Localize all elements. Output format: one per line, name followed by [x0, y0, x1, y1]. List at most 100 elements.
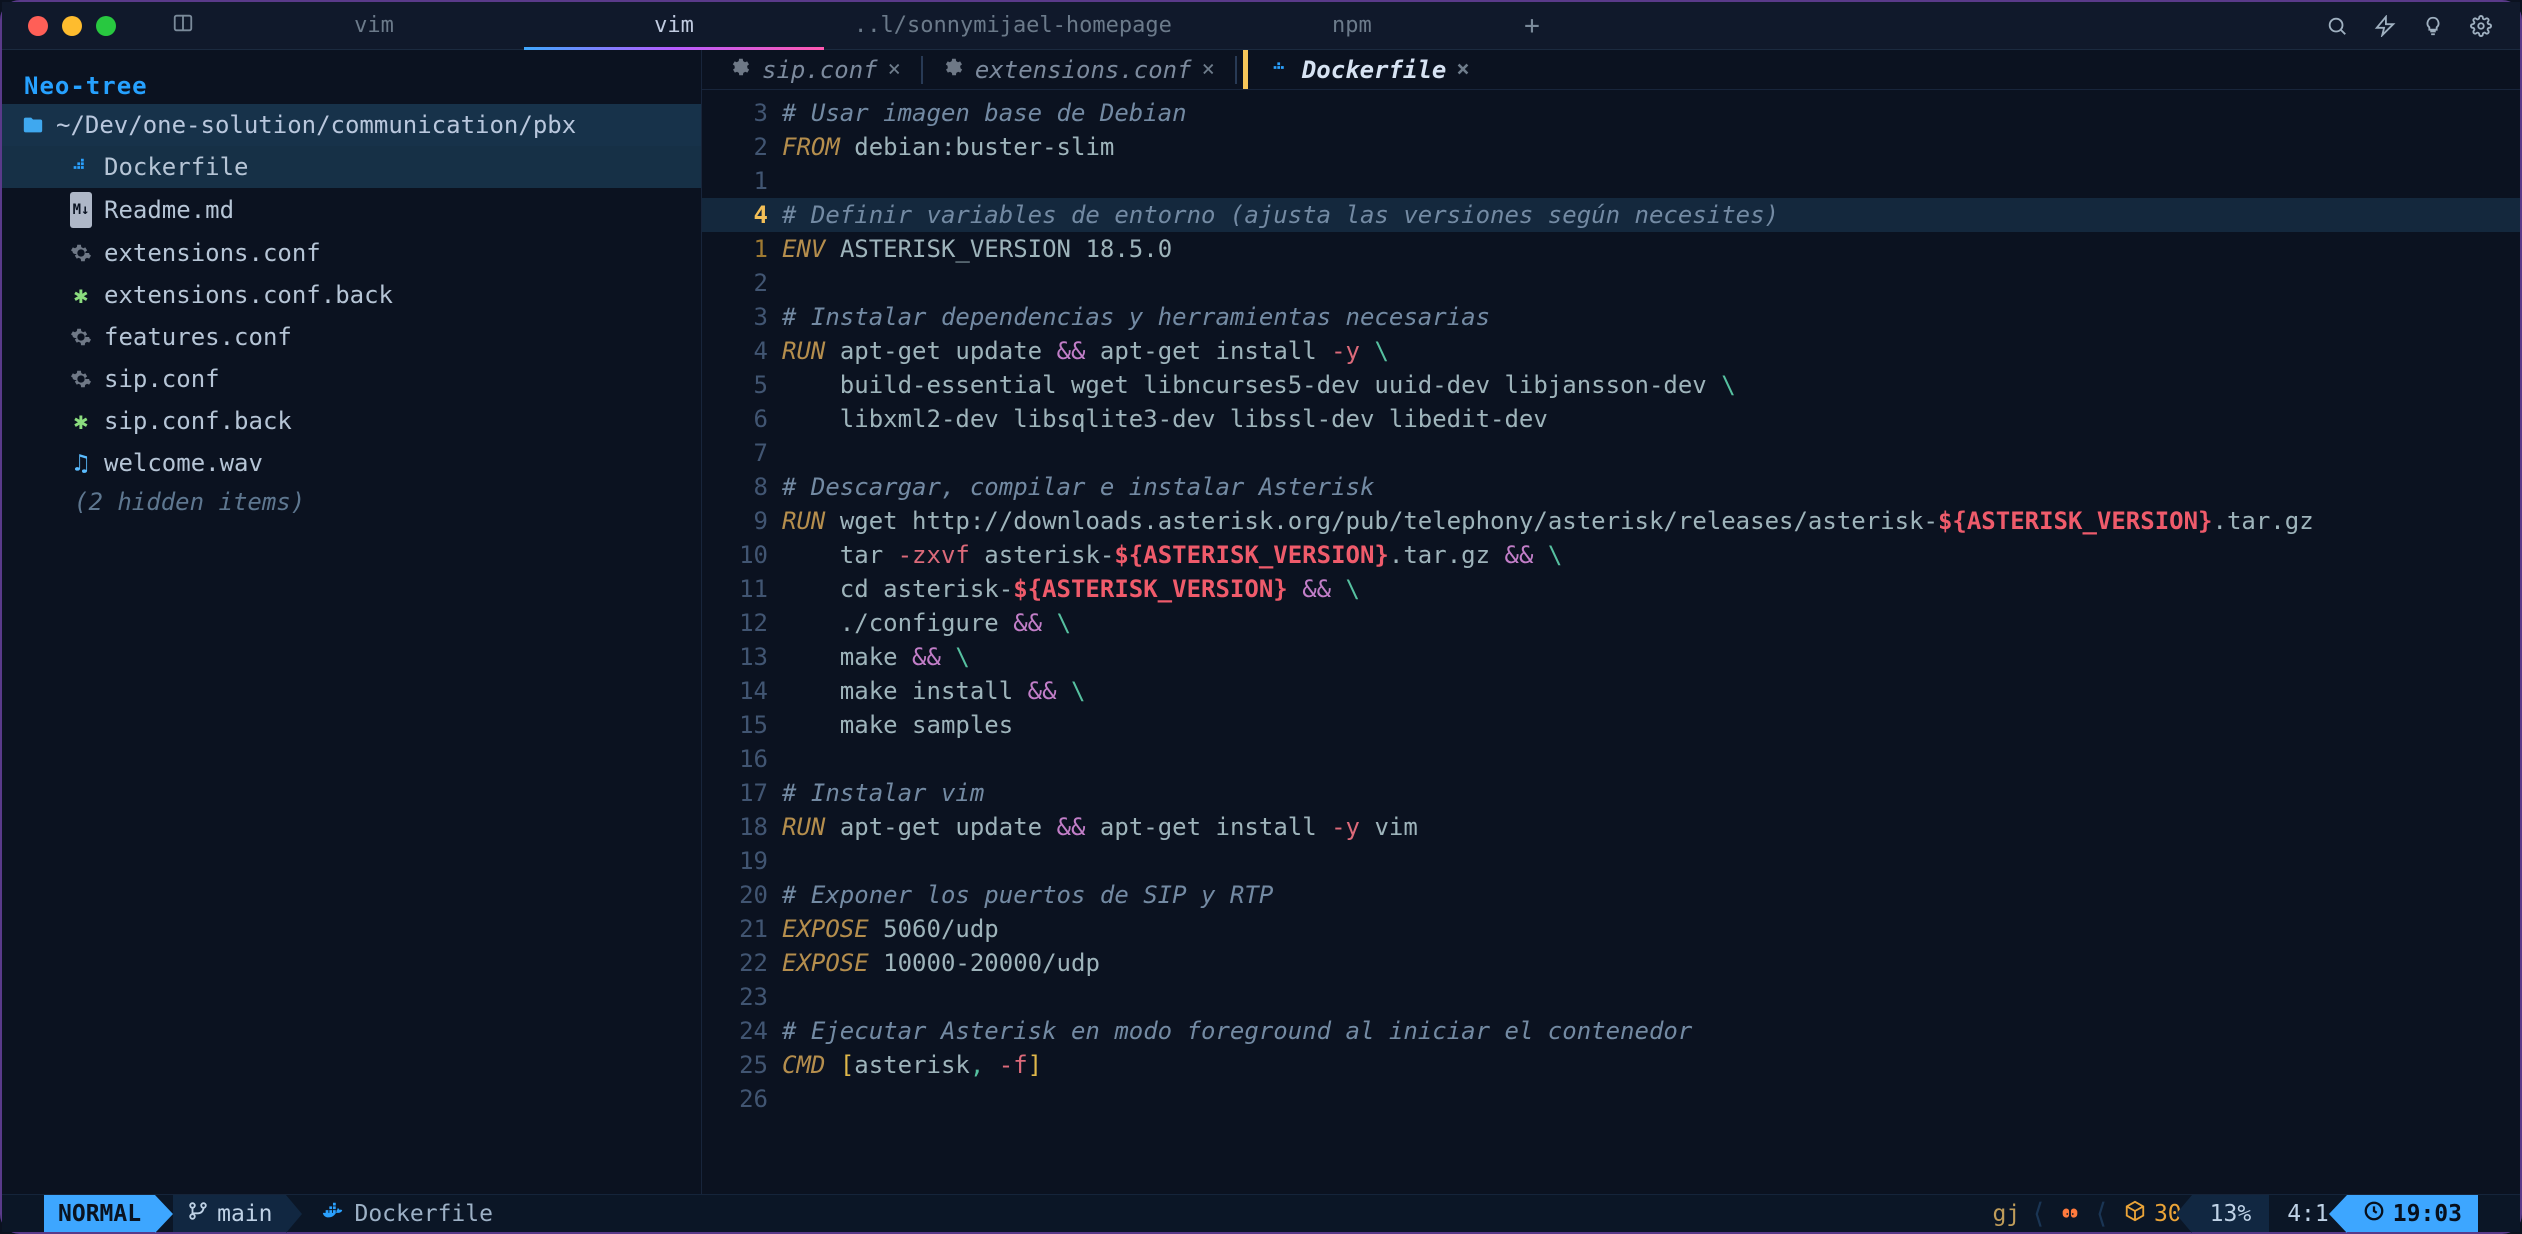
- code-line[interactable]: 4RUN apt-get update && apt-get install -…: [702, 334, 2520, 368]
- code-line[interactable]: 24# Ejecutar Asterisk en modo foreground…: [702, 1014, 2520, 1048]
- code-line[interactable]: 7: [702, 436, 2520, 470]
- status-branch[interactable]: main: [173, 1195, 286, 1232]
- gear-icon: [68, 242, 94, 264]
- code-line[interactable]: 22EXPOSE 10000-20000/udp: [702, 946, 2520, 980]
- code-line[interactable]: 15 make samples: [702, 708, 2520, 742]
- code-line[interactable]: 21EXPOSE 5060/udp: [702, 912, 2520, 946]
- line-number: 16: [710, 742, 782, 776]
- terminal-tab-1[interactable]: vim: [524, 2, 824, 49]
- line-number: 3: [710, 96, 782, 130]
- terminal-tab-label: vim: [354, 13, 394, 38]
- code-line[interactable]: 10 tar -zxvf asterisk-${ASTERISK_VERSION…: [702, 538, 2520, 572]
- titlebar-actions: [2326, 15, 2520, 37]
- line-number: 18: [710, 810, 782, 844]
- code-line[interactable]: 23: [702, 980, 2520, 1014]
- close-tab-icon[interactable]: ×: [888, 57, 901, 82]
- code-line[interactable]: 3# Instalar dependencias y herramientas …: [702, 300, 2520, 334]
- code-line[interactable]: 17# Instalar vim: [702, 776, 2520, 810]
- terminal-tab-label: vim: [654, 13, 694, 38]
- buffer-tab-label: sip.conf: [762, 56, 878, 84]
- maximize-window-button[interactable]: [96, 16, 116, 36]
- code-area[interactable]: 3# Usar imagen base de Debian2FROM debia…: [702, 90, 2520, 1194]
- line-number: 11: [710, 572, 782, 606]
- bolt-icon[interactable]: [2374, 15, 2396, 37]
- file-tree-sidebar: Neo-tree ~/Dev/one-solution/communicatio…: [2, 50, 702, 1194]
- status-clock-label: 19:03: [2393, 1201, 2462, 1227]
- line-number: 2: [710, 130, 782, 164]
- code-line[interactable]: 20# Exponer los puertos de SIP y RTP: [702, 878, 2520, 912]
- status-percent: 13%: [2192, 1195, 2270, 1232]
- close-window-button[interactable]: [28, 16, 48, 36]
- code-line[interactable]: 11 cd asterisk-${ASTERISK_VERSION} && \: [702, 572, 2520, 606]
- new-tab-button[interactable]: +: [1502, 2, 1562, 49]
- clock-icon: [2363, 1200, 2385, 1228]
- close-tab-icon[interactable]: ×: [1202, 57, 1215, 82]
- tree-item[interactable]: ♫welcome.wav: [2, 442, 701, 484]
- tree-item-label: Dockerfile: [104, 150, 249, 184]
- code-line[interactable]: 8# Descargar, compilar e instalar Asteri…: [702, 470, 2520, 504]
- line-number: 21: [710, 912, 782, 946]
- buffer-tab[interactable]: Dockerfile×: [1243, 50, 1484, 89]
- tree-item-label: sip.conf.back: [104, 404, 292, 438]
- code-line[interactable]: 2: [702, 266, 2520, 300]
- separator-icon: ⟨: [2089, 1195, 2114, 1232]
- code-line[interactable]: 16: [702, 742, 2520, 776]
- status-position-label: 4:1: [2287, 1201, 2329, 1227]
- code-line[interactable]: 13 make && \: [702, 640, 2520, 674]
- tree-root[interactable]: ~/Dev/one-solution/communication/pbx: [2, 104, 701, 146]
- copilot-icon[interactable]: [2051, 1195, 2089, 1232]
- buffer-tab[interactable]: sip.conf ×: [716, 50, 915, 89]
- terminal-tab-0[interactable]: vim: [224, 2, 524, 49]
- line-number: 13: [710, 640, 782, 674]
- line-number: 4: [710, 334, 782, 368]
- tree-item[interactable]: features.conf: [2, 316, 701, 358]
- terminal-tab-3[interactable]: npm: [1202, 2, 1502, 49]
- code-line[interactable]: 12 ./configure && \: [702, 606, 2520, 640]
- code-line[interactable]: 6 libxml2-dev libsqlite3-dev libssl-dev …: [702, 402, 2520, 436]
- close-tab-icon[interactable]: ×: [1456, 57, 1469, 82]
- gear-icon[interactable]: [2470, 15, 2492, 37]
- tree-item[interactable]: M↓Readme.md: [2, 188, 701, 232]
- tree-item[interactable]: ✱ sip.conf.back: [2, 400, 701, 442]
- tree-item[interactable]: ✱ extensions.conf.back: [2, 274, 701, 316]
- code-line[interactable]: 19: [702, 844, 2520, 878]
- star-icon: ✱: [68, 278, 94, 312]
- line-number: 22: [710, 946, 782, 980]
- bulb-icon[interactable]: [2422, 15, 2444, 37]
- code-line[interactable]: 3# Usar imagen base de Debian: [702, 96, 2520, 130]
- tree-item[interactable]: Dockerfile: [2, 146, 701, 188]
- line-number: 25: [710, 1048, 782, 1082]
- terminal-tab-label: npm: [1332, 13, 1372, 38]
- code-line[interactable]: 18RUN apt-get update && apt-get install …: [702, 810, 2520, 844]
- tree-item-label: extensions.conf.back: [104, 278, 393, 312]
- split-panes-icon[interactable]: [172, 12, 194, 40]
- buffer-tab-label: extensions.conf: [975, 56, 1192, 84]
- line-number: 6: [710, 402, 782, 436]
- line-number: 23: [710, 980, 782, 1014]
- code-line[interactable]: 9RUN wget http://downloads.asterisk.org/…: [702, 504, 2520, 538]
- tab-separator: [1235, 56, 1237, 84]
- star-icon: ✱: [68, 404, 94, 438]
- tree-item[interactable]: sip.conf: [2, 358, 701, 400]
- minimize-window-button[interactable]: [62, 16, 82, 36]
- docker-icon: [68, 156, 94, 178]
- buffer-tab[interactable]: extensions.conf ×: [929, 50, 1229, 89]
- status-mode-label: NORMAL: [58, 1201, 141, 1227]
- code-line[interactable]: 4# Definir variables de entorno (ajusta …: [702, 198, 2520, 232]
- statusline: NORMAL main Dockerfile gj ⟨ ⟨ 30 13% 4:1: [2, 1194, 2520, 1232]
- status-clock: 19:03: [2347, 1195, 2478, 1232]
- tree-item[interactable]: extensions.conf: [2, 232, 701, 274]
- code-line[interactable]: 5 build-essential wget libncurses5-dev u…: [702, 368, 2520, 402]
- code-line[interactable]: 25CMD [asterisk, -f]: [702, 1048, 2520, 1082]
- search-icon[interactable]: [2326, 15, 2348, 37]
- tree-item-label: sip.conf: [104, 362, 220, 396]
- code-line[interactable]: 14 make install && \: [702, 674, 2520, 708]
- code-line[interactable]: 1: [702, 164, 2520, 198]
- code-line[interactable]: 26: [702, 1082, 2520, 1116]
- status-file: Dockerfile: [308, 1195, 506, 1232]
- terminal-tab-2[interactable]: ..l/sonnymijael-homepage: [824, 2, 1202, 49]
- code-line[interactable]: 1ENV ASTERISK_VERSION 18.5.0: [702, 232, 2520, 266]
- line-number: 7: [710, 436, 782, 470]
- code-line[interactable]: 2FROM debian:buster-slim: [702, 130, 2520, 164]
- buffer-tabs: sip.conf×extensions.conf×Dockerfile×: [702, 50, 2520, 90]
